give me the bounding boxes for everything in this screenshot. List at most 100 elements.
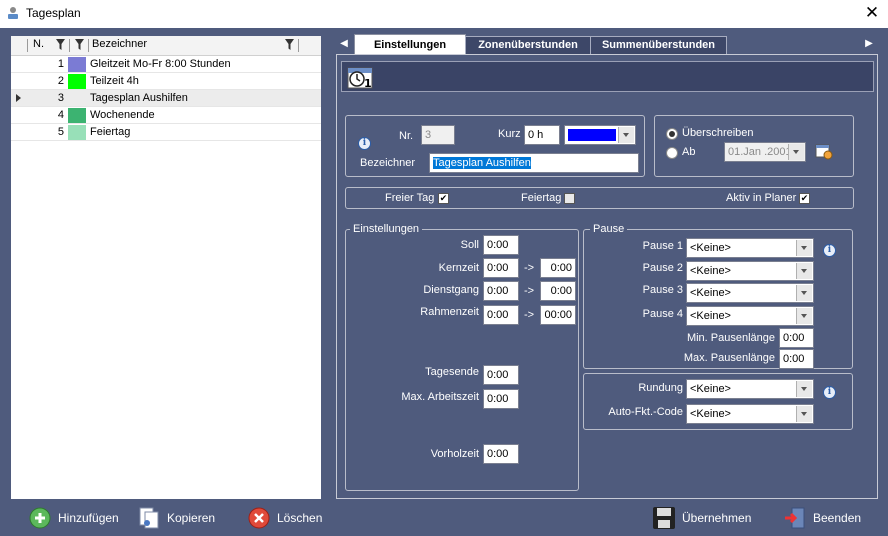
delete-button[interactable]: Löschen xyxy=(247,506,322,530)
calendar-icon[interactable] xyxy=(815,142,833,160)
rahmenzeit-label: Rahmenzeit xyxy=(420,306,479,318)
apply-label: Übernehmen xyxy=(682,511,752,525)
table-row[interactable]: 3 Tagesplan Aushilfen xyxy=(11,90,321,107)
copy-button[interactable]: Kopieren xyxy=(137,506,215,530)
max-arbeitszeit-input[interactable]: 0:00 xyxy=(483,389,519,409)
dienstgang-label: Dienstgang xyxy=(423,284,479,296)
row-number: 2 xyxy=(57,75,64,87)
settings-group: Einstellungen Soll 0:00 Kernzeit 0:00 ->… xyxy=(345,223,579,491)
rahmenzeit-from-input[interactable]: 0:00 xyxy=(483,305,519,325)
apply-button[interactable]: Übernehmen xyxy=(652,506,751,530)
rounding-group: Rundung <Keine> i Auto-Fkt.-Code <Keine> xyxy=(583,373,853,430)
list-header: N. Bezeichner xyxy=(11,36,321,56)
ab-date-value: 01.Jan .2001 xyxy=(728,146,792,158)
tab-summenueberstunden[interactable]: Summenüberstunden xyxy=(590,36,727,54)
chevron-down-icon xyxy=(796,240,812,256)
kurz-input[interactable]: 0 h xyxy=(524,125,560,145)
add-label: Hinzufügen xyxy=(58,511,119,525)
vorholzeit-input[interactable]: 0:00 xyxy=(483,444,519,464)
table-row[interactable]: 1 Gleitzeit Mo-Fr 8:00 Stunden xyxy=(11,56,321,73)
dienstgang-arrow: -> xyxy=(524,285,535,297)
rahmenzeit-arrow: -> xyxy=(524,309,535,321)
freier-tag-checkbox[interactable]: ✔ xyxy=(438,193,449,204)
kernzeit-to-input[interactable]: 0:00 xyxy=(540,258,576,278)
freier-tag-label: Freier Tag xyxy=(385,192,435,204)
chevron-down-icon xyxy=(796,285,812,301)
row-color-swatch xyxy=(68,91,86,106)
pause-3-label: Pause 3 xyxy=(642,284,683,296)
add-button[interactable]: Hinzufügen xyxy=(28,506,119,530)
feiertag-checkbox[interactable] xyxy=(564,193,575,204)
ab-radio[interactable] xyxy=(666,147,678,159)
save-icon xyxy=(652,506,676,530)
filter-icon[interactable] xyxy=(75,39,84,50)
min-pause-input[interactable]: 0:00 xyxy=(779,328,814,348)
window-title: Tagesplan xyxy=(26,6,81,20)
pause-4-select[interactable]: <Keine> xyxy=(686,306,814,326)
tagesende-input[interactable]: 0:00 xyxy=(483,365,519,385)
tab-scroll-right-icon[interactable]: ▶ xyxy=(863,37,875,51)
schedule-icon: 1 xyxy=(347,67,373,89)
pause-2-select[interactable]: <Keine> xyxy=(686,261,814,281)
vorholzeit-label: Vorholzeit xyxy=(430,448,479,460)
ab-date-picker: 01.Jan .2001 xyxy=(724,142,806,162)
pause-1-select[interactable]: <Keine> xyxy=(686,238,814,258)
exit-label: Beenden xyxy=(813,511,862,525)
filter-icon[interactable] xyxy=(285,39,294,50)
soll-input[interactable]: 0:00 xyxy=(483,235,519,255)
info-icon[interactable]: i xyxy=(823,244,836,257)
column-header-nr[interactable]: N. xyxy=(33,38,44,50)
pause-3-select[interactable]: <Keine> xyxy=(686,283,814,303)
table-row[interactable]: 5 Feiertag xyxy=(11,124,321,141)
color-swatch xyxy=(568,129,616,141)
rahmenzeit-to-input[interactable]: 00:00 xyxy=(540,305,576,325)
info-icon[interactable]: i xyxy=(823,386,836,399)
dienstgang-to-input[interactable]: 0:00 xyxy=(540,281,576,301)
tab-strip: ◀ Einstellungen Zonenüberstunden Summenü… xyxy=(336,34,878,55)
kernzeit-arrow: -> xyxy=(524,262,535,274)
info-icon[interactable]: i xyxy=(358,137,371,150)
color-picker[interactable] xyxy=(564,125,636,145)
row-name: Teilzeit 4h xyxy=(90,75,139,87)
filter-icon[interactable] xyxy=(56,39,65,50)
table-row[interactable]: 4 Wochenende xyxy=(11,107,321,124)
add-icon xyxy=(28,506,52,530)
pause-group-title: Pause xyxy=(590,223,628,235)
tab-zonenueberstunden[interactable]: Zonenüberstunden xyxy=(465,36,591,54)
tab-scroll-left-icon[interactable]: ◀ xyxy=(338,37,350,51)
chevron-down-icon xyxy=(796,406,812,422)
exit-button[interactable]: Beenden xyxy=(783,506,861,530)
row-color-swatch xyxy=(68,74,86,89)
dienstgang-from-input[interactable]: 0:00 xyxy=(483,281,519,301)
row-number: 1 xyxy=(57,58,64,70)
row-selector-icon xyxy=(16,94,21,102)
chevron-down-icon xyxy=(796,308,812,324)
column-separator xyxy=(69,39,70,52)
row-divider xyxy=(11,140,321,141)
app-icon xyxy=(8,7,18,19)
table-row[interactable]: 2 Teilzeit 4h xyxy=(11,73,321,90)
row-number: 4 xyxy=(57,109,64,121)
tagesplan-list[interactable]: N. Bezeichner 1 Gleitzeit Mo-Fr 8:00 Stun… xyxy=(11,36,321,499)
kernzeit-from-input[interactable]: 0:00 xyxy=(483,258,519,278)
aktiv-checkbox[interactable]: ✔ xyxy=(799,193,810,204)
pause-1-label: Pause 1 xyxy=(642,240,683,252)
close-icon[interactable]: ✕ xyxy=(862,3,882,23)
feiertag-label: Feiertag xyxy=(521,192,562,204)
row-name: Feiertag xyxy=(90,126,131,138)
svg-text:1: 1 xyxy=(364,77,372,89)
auto-fkt-code-value: <Keine> xyxy=(690,408,731,420)
max-pause-label: Max. Pausenlänge xyxy=(683,352,775,364)
auto-fkt-code-label: Auto-Fkt.-Code xyxy=(608,406,683,418)
tab-einstellungen[interactable]: Einstellungen xyxy=(354,34,466,55)
auto-fkt-code-select[interactable]: <Keine> xyxy=(686,404,814,424)
chevron-down-icon xyxy=(796,381,812,397)
tagesende-label: Tagesende xyxy=(425,366,479,378)
column-header-name[interactable]: Bezeichner xyxy=(92,38,147,50)
max-pause-input[interactable]: 0:00 xyxy=(779,349,814,369)
pause-2-label: Pause 2 xyxy=(642,262,683,274)
chevron-down-icon xyxy=(618,127,634,143)
overwrite-radio[interactable] xyxy=(666,128,678,140)
rundung-select[interactable]: <Keine> xyxy=(686,379,814,399)
bezeichner-input[interactable]: Tagesplan Aushilfen xyxy=(429,153,639,173)
